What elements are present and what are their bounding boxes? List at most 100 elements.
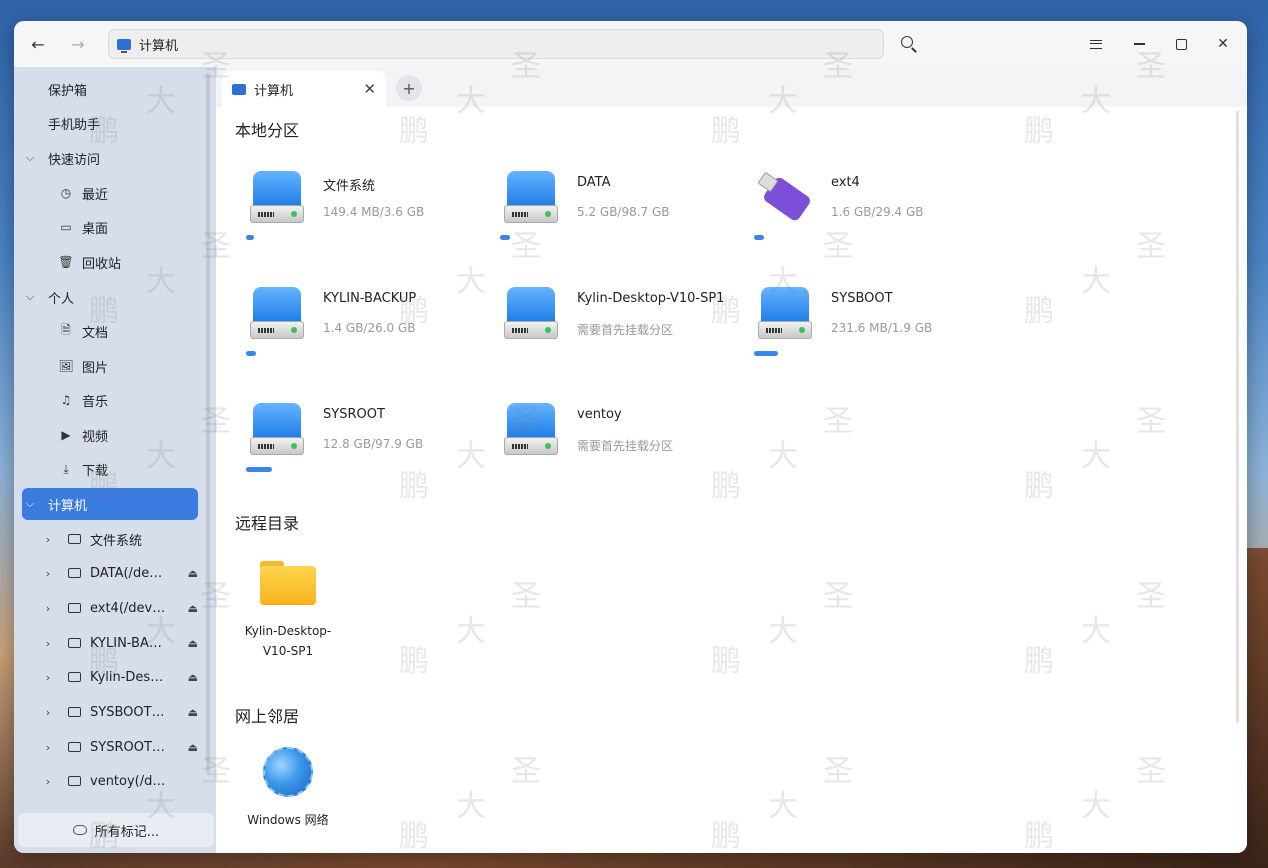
chevron-icon[interactable]: › xyxy=(40,706,56,719)
sidebar-item-10[interactable]: ▶ 视频 xyxy=(22,419,198,451)
eject-icon[interactable]: ⏏ xyxy=(188,741,198,754)
forward-button[interactable]: → xyxy=(66,32,90,56)
sidebar-item-13[interactable]: › 文件系统 xyxy=(22,523,198,555)
sidebar-item-20[interactable]: › ventoy(/d… xyxy=(22,765,198,797)
sidebar-item-label: 最近 xyxy=(82,187,109,203)
usb-drive-icon xyxy=(756,171,814,229)
video-icon: ▶ xyxy=(61,428,71,442)
chevron-icon[interactable]: › xyxy=(40,567,56,580)
sidebar-item-label: 文件系统 xyxy=(90,533,143,549)
sidebar-item-label: 回收站 xyxy=(82,256,122,272)
chevron-icon[interactable]: › xyxy=(40,741,56,754)
sidebar-item-2[interactable]: ⌵ 快速访问 xyxy=(22,142,198,174)
back-button[interactable]: ← xyxy=(26,32,50,56)
drive-icon xyxy=(66,635,82,651)
sidebar-item-label: 快速访问 xyxy=(48,152,101,168)
eject-icon[interactable]: ⏏ xyxy=(188,706,198,719)
tab-close-button[interactable]: ✕ xyxy=(363,80,376,98)
chevron-icon[interactable]: › xyxy=(40,637,56,650)
sidebar-item-15[interactable]: › ext4(/dev… ⏏ xyxy=(22,592,198,624)
drive-name: Kylin-Desktop-V10-SP1 xyxy=(577,291,725,306)
drive-size: 1.6 GB/29.4 GB xyxy=(831,205,924,219)
sidebar-item-label: 文档 xyxy=(82,325,109,341)
drive-item[interactable]: KYLIN-BACKUP 1.4 GB/26.0 GB xyxy=(236,283,476,383)
drive-item[interactable]: Kylin-Desktop-V10-SP1 需要首先挂载分区 xyxy=(490,283,730,383)
drive-item[interactable]: ext4 1.6 GB/29.4 GB xyxy=(744,167,984,267)
chevron-icon[interactable]: › xyxy=(40,671,56,684)
sidebar-item-11[interactable]: ⤓ 下载 xyxy=(22,453,198,485)
sidebar-item-1[interactable]: 手机助手 xyxy=(22,107,198,139)
remote-folder-item[interactable]: Kylin-Desktop- V10-SP1 xyxy=(233,561,343,661)
clock-icon: ◷ xyxy=(60,186,72,200)
drive-usage-bar xyxy=(246,467,306,472)
drive-icon xyxy=(66,600,82,616)
sidebar-item-8[interactable]: 🖼 图片 xyxy=(22,350,198,382)
drive-item[interactable]: DATA 5.2 GB/98.7 GB xyxy=(490,167,730,267)
drive-icon xyxy=(66,739,82,755)
tab-bar: 计算机 ✕ + xyxy=(216,67,1247,107)
chevron-icon[interactable]: › xyxy=(40,533,56,546)
chevron-icon[interactable]: › xyxy=(40,775,56,788)
remote-directory-title: 远程目录 xyxy=(235,514,300,533)
chevron-icon[interactable]: ⌵ xyxy=(22,497,38,511)
hard-drive-icon xyxy=(248,287,306,345)
sidebar-item-16[interactable]: › KYLIN-BA… ⏏ xyxy=(22,627,198,659)
eject-icon[interactable]: ⏏ xyxy=(188,637,198,650)
new-tab-button[interactable]: + xyxy=(396,75,422,101)
maximize-button[interactable] xyxy=(1170,33,1192,55)
desktop-icon: ▭ xyxy=(60,220,72,234)
drive-icon xyxy=(66,704,82,720)
computer-icon xyxy=(117,38,131,53)
drive-size: 1.4 GB/26.0 GB xyxy=(323,321,416,335)
drive-name: ventoy xyxy=(577,407,622,422)
drive-item[interactable]: SYSBOOT 231.6 MB/1.9 GB xyxy=(744,283,984,383)
menu-button[interactable] xyxy=(1085,33,1107,55)
sidebar-item-label: 音乐 xyxy=(82,394,109,410)
sidebar-item-12[interactable]: ⌵ 计算机 xyxy=(22,488,198,520)
hard-drive-icon xyxy=(756,287,814,345)
sidebar-item-3[interactable]: ◷ 最近 xyxy=(22,177,198,209)
search-icon xyxy=(901,36,913,48)
drive-icon xyxy=(66,565,82,581)
picture-icon: 🖼 xyxy=(58,359,74,373)
sidebar-item-9[interactable]: ♫ 音乐 xyxy=(22,384,198,416)
globe-icon xyxy=(263,747,313,797)
chevron-icon[interactable]: ⌵ xyxy=(22,290,38,304)
sidebar-item-18[interactable]: › SYSBOOT… ⏏ xyxy=(22,696,198,728)
drive-icon xyxy=(66,773,82,789)
sidebar-item-7[interactable]: 🗎 文档 xyxy=(22,315,198,347)
all-tags-button[interactable]: 所有标记... xyxy=(18,813,214,847)
local-partitions-title: 本地分区 xyxy=(235,121,300,140)
drive-item[interactable]: 文件系统 149.4 MB/3.6 GB xyxy=(236,167,476,267)
search-button[interactable] xyxy=(898,33,920,55)
eject-icon[interactable]: ⏏ xyxy=(188,567,198,580)
chevron-icon[interactable]: ⌵ xyxy=(22,151,38,165)
close-window-button[interactable]: ✕ xyxy=(1212,33,1234,55)
sidebar-item-label: ext4(/dev… xyxy=(90,600,166,616)
address-bar[interactable]: 计算机 xyxy=(108,29,884,59)
windows-network-label: Windows 网络 xyxy=(247,813,329,827)
hard-drive-icon xyxy=(502,403,560,461)
hard-drive-icon xyxy=(502,287,560,345)
trash-icon: 🗑 xyxy=(58,255,74,269)
content-scrollbar[interactable] xyxy=(1236,111,1239,723)
eject-icon[interactable]: ⏏ xyxy=(188,602,198,615)
drive-size: 5.2 GB/98.7 GB xyxy=(577,205,670,219)
sidebar-item-6[interactable]: ⌵ 个人 xyxy=(22,281,198,313)
sidebar-item-14[interactable]: › DATA(/de… ⏏ xyxy=(22,557,198,589)
sidebar-item-0[interactable]: 保护箱 xyxy=(22,73,198,105)
windows-network-item[interactable]: Windows 网络 xyxy=(233,747,343,828)
drive-item[interactable]: ventoy 需要首先挂载分区 xyxy=(490,399,730,499)
minimize-button[interactable] xyxy=(1128,33,1150,55)
tab-computer[interactable]: 计算机 ✕ xyxy=(222,71,386,107)
sidebar-item-label: 计算机 xyxy=(48,498,88,514)
drive-item[interactable]: SYSROOT 12.8 GB/97.9 GB xyxy=(236,399,476,499)
all-tags-label: 所有标记... xyxy=(94,824,160,840)
sidebar-item-17[interactable]: › Kylin-Des… ⏏ xyxy=(22,661,198,693)
sidebar-scrollbar[interactable] xyxy=(206,73,210,773)
chevron-icon[interactable]: › xyxy=(40,602,56,615)
eject-icon[interactable]: ⏏ xyxy=(188,671,198,684)
sidebar-item-4[interactable]: ▭ 桌面 xyxy=(22,211,198,243)
sidebar-item-5[interactable]: 🗑 回收站 xyxy=(22,246,198,278)
sidebar-item-19[interactable]: › SYSROOT… ⏏ xyxy=(22,731,198,763)
